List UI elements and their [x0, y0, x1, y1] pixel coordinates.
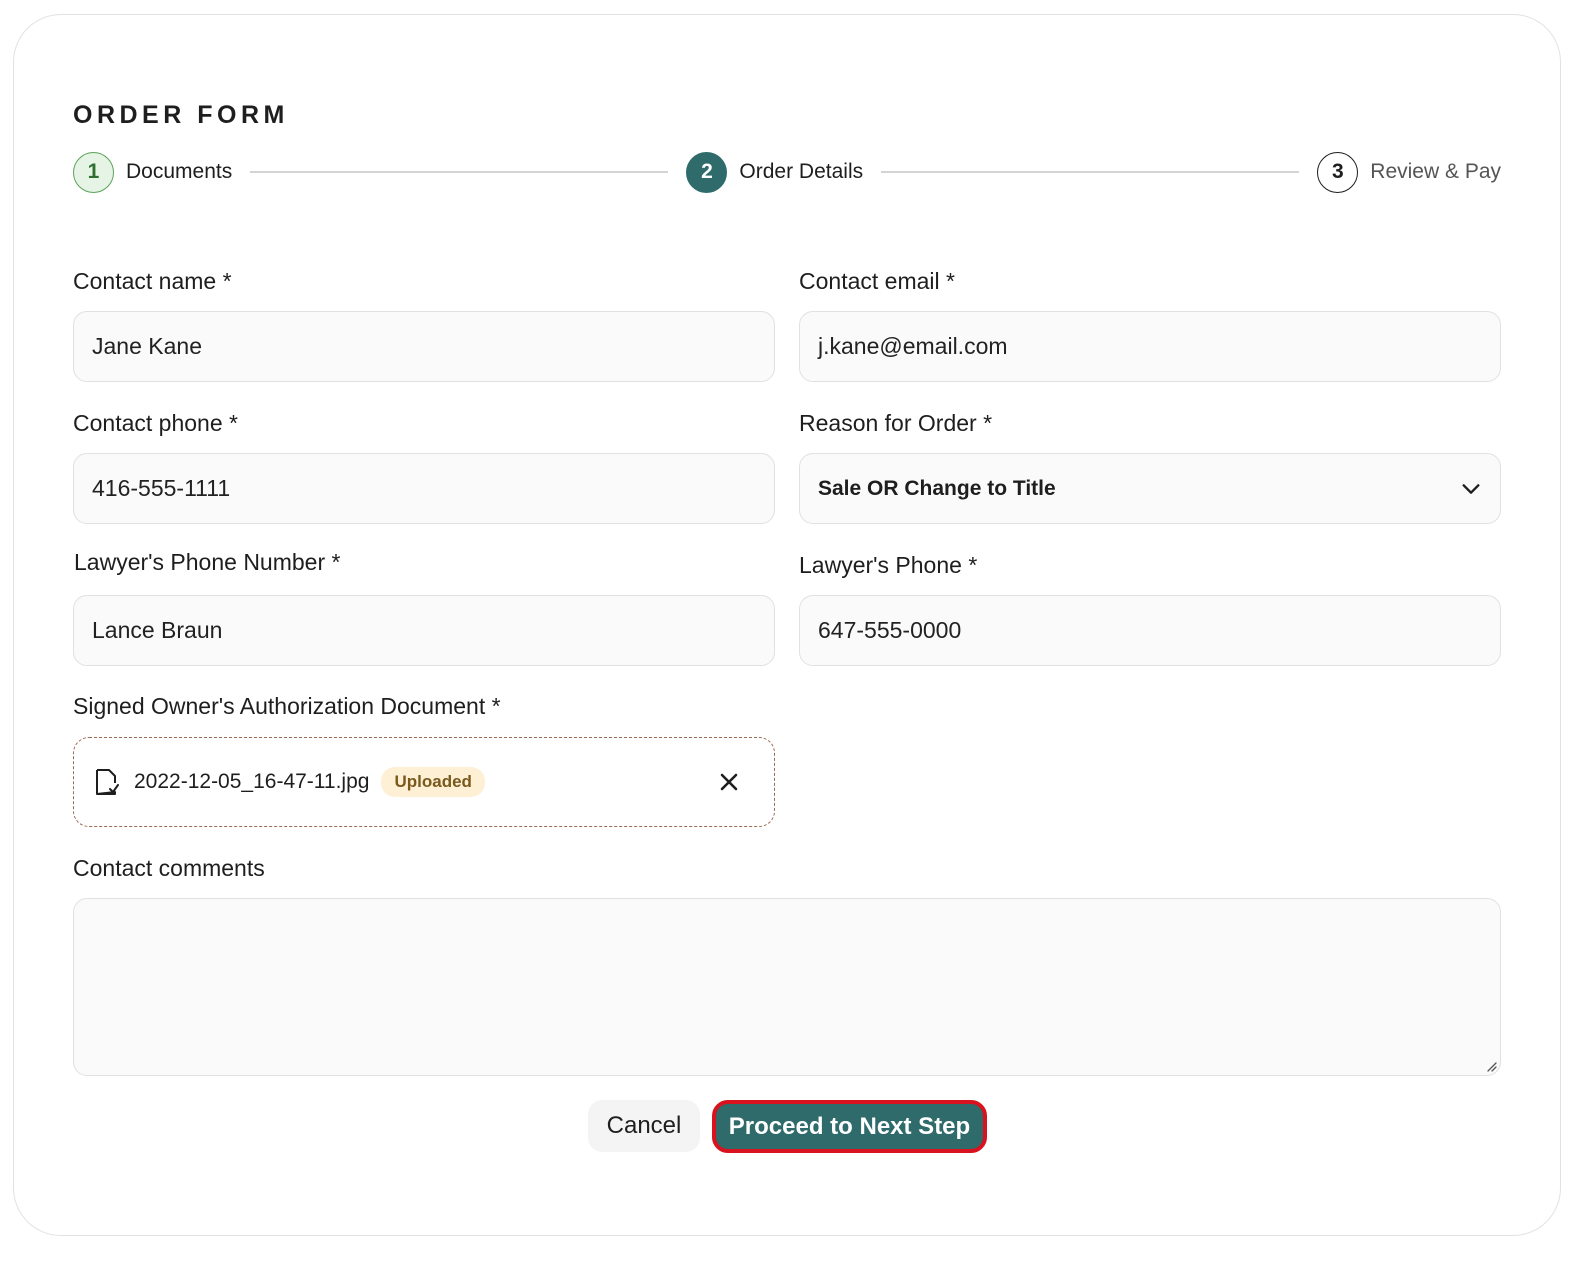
contact-email-value: j.kane@email.com — [818, 333, 1008, 359]
step-order-details[interactable]: 2 Order Details — [686, 151, 864, 193]
file-name: 2022-12-05_16-47-11.jpg — [134, 770, 370, 793]
contact-name-input[interactable]: Jane Kane — [73, 311, 775, 382]
lawyer-phone-value: 647-555-0000 — [818, 617, 962, 643]
contact-name-value: Jane Kane — [92, 333, 202, 359]
lawyer-name-input[interactable]: Lance Braun — [73, 595, 775, 666]
close-icon[interactable] — [718, 771, 740, 793]
cancel-button[interactable]: Cancel — [588, 1100, 700, 1152]
upload-status-badge: Uploaded — [381, 767, 485, 797]
step-review-pay[interactable]: 3 Review & Pay — [1317, 151, 1502, 193]
comments-textarea[interactable] — [73, 898, 1501, 1076]
contact-phone-label: Contact phone * — [73, 410, 238, 436]
reason-selected-value: Sale OR Change to Title — [818, 476, 1056, 500]
step-label: Review & Pay — [1370, 160, 1502, 183]
file-check-icon — [96, 769, 119, 795]
contact-name-label: Contact name * — [73, 268, 232, 294]
reason-select[interactable]: Sale OR Change to Title — [799, 453, 1501, 524]
step-label: Documents — [126, 160, 233, 183]
step-connector — [881, 171, 1300, 173]
step-connector — [250, 171, 669, 173]
step-label: Order Details — [739, 160, 864, 183]
lawyer-name-value: Lance Braun — [92, 617, 223, 643]
resize-grip-icon[interactable] — [1485, 1060, 1497, 1072]
chevron-down-icon — [1462, 483, 1480, 494]
form-title: ORDER FORM — [73, 101, 289, 129]
authorization-label: Signed Owner's Authorization Document * — [73, 693, 501, 719]
step-number: 2 — [686, 151, 728, 193]
step-number: 3 — [1317, 151, 1359, 193]
contact-email-input[interactable]: j.kane@email.com — [799, 311, 1501, 382]
contact-email-label: Contact email * — [799, 268, 955, 294]
step-documents[interactable]: 1 Documents — [73, 151, 233, 193]
lawyer-phone-input[interactable]: 647-555-0000 — [799, 595, 1501, 666]
stepper: 1 Documents 2 Order Details 3 Review & P… — [73, 151, 1501, 193]
lawyer-name-label: Lawyer's Phone Number * — [74, 549, 341, 575]
comments-label: Contact comments — [73, 855, 265, 881]
contact-phone-value: 416-555-1111 — [92, 475, 231, 501]
lawyer-phone-label: Lawyer's Phone * — [799, 552, 978, 578]
contact-phone-input[interactable]: 416-555-1111 — [73, 453, 775, 524]
reason-label: Reason for Order * — [799, 410, 993, 436]
step-number: 1 — [73, 151, 114, 193]
proceed-next-step-button[interactable]: Proceed to Next Step — [712, 1100, 987, 1153]
file-upload-dropzone[interactable]: 2022-12-05_16-47-11.jpg Uploaded — [73, 737, 775, 827]
